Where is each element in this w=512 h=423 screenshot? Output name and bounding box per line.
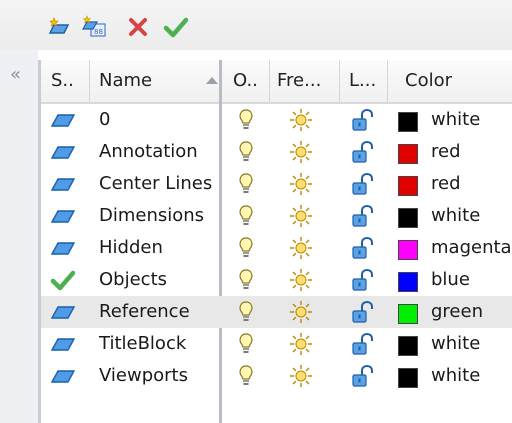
sun-icon[interactable] <box>287 200 315 232</box>
column-header-color[interactable]: Color <box>405 60 452 102</box>
unlock-icon[interactable] <box>347 360 379 392</box>
lightbulb-icon[interactable] <box>234 104 258 136</box>
column-header-on[interactable]: O.. <box>233 60 258 102</box>
lightbulb-icon[interactable] <box>234 200 258 232</box>
column-divider[interactable] <box>89 60 90 102</box>
layer-row[interactable]: Hidden magenta <box>41 232 512 264</box>
color-name[interactable]: green <box>431 296 483 328</box>
delete-layer-icon <box>129 18 147 36</box>
color-swatch[interactable] <box>398 176 418 196</box>
layer-status-icon[interactable] <box>45 296 81 328</box>
sun-icon[interactable] <box>287 264 315 296</box>
column-header-status[interactable]: S.. <box>51 60 74 102</box>
sun-icon[interactable] <box>287 296 315 328</box>
grid-header: S.. Name O.. Fre... L... Color <box>41 60 512 104</box>
unlock-icon[interactable] <box>347 264 379 296</box>
unlock-icon[interactable] <box>347 232 379 264</box>
color-swatch[interactable] <box>398 336 418 356</box>
column-divider[interactable] <box>339 60 340 102</box>
unlock-icon[interactable] <box>347 136 379 168</box>
new-layer-vp-frozen-icon: 88 <box>81 15 106 37</box>
layer-name[interactable]: Viewports <box>99 360 188 392</box>
color-swatch[interactable] <box>398 144 418 164</box>
layer-name[interactable]: Center Lines <box>99 168 212 200</box>
lightbulb-icon[interactable] <box>234 264 258 296</box>
sort-ascending-icon <box>206 77 218 84</box>
color-name[interactable]: blue <box>431 264 470 296</box>
layer-row[interactable]: Annotation red <box>41 136 512 168</box>
lightbulb-icon[interactable] <box>234 296 258 328</box>
layer-row[interactable]: Viewports white <box>41 360 512 392</box>
layer-status-icon[interactable] <box>45 360 81 392</box>
layer-row[interactable]: Center Lines red <box>41 168 512 200</box>
color-name[interactable]: white <box>431 328 480 360</box>
collapse-panel-icon[interactable]: « <box>10 64 21 85</box>
layer-status-icon[interactable] <box>45 168 81 200</box>
layer-name[interactable]: 0 <box>99 104 110 136</box>
set-current-icon <box>163 17 189 38</box>
current-layer-check-icon[interactable] <box>45 264 81 296</box>
sun-icon[interactable] <box>287 104 315 136</box>
layer-row[interactable]: Objects blue <box>41 264 512 296</box>
lightbulb-icon[interactable] <box>234 136 258 168</box>
layer-status-icon[interactable] <box>45 232 81 264</box>
column-header-lock[interactable]: L... <box>349 60 376 102</box>
unlock-icon[interactable] <box>347 104 379 136</box>
column-header-name[interactable]: Name <box>99 60 152 102</box>
side-strip: « <box>0 50 38 423</box>
set-current-button[interactable] <box>162 13 190 41</box>
sun-icon[interactable] <box>287 168 315 200</box>
layer-status-icon[interactable] <box>45 104 81 136</box>
color-name[interactable]: white <box>431 200 480 232</box>
layer-row[interactable]: Reference green <box>41 296 512 328</box>
color-swatch[interactable] <box>398 368 418 388</box>
new-layer-icon <box>48 16 70 34</box>
layer-row[interactable]: Dimensions white <box>41 200 512 232</box>
color-name[interactable]: magenta <box>431 232 512 264</box>
lightbulb-icon[interactable] <box>234 232 258 264</box>
color-name[interactable]: white <box>431 104 480 136</box>
color-swatch[interactable] <box>398 112 418 132</box>
color-swatch[interactable] <box>398 208 418 228</box>
unlock-icon[interactable] <box>347 200 379 232</box>
layer-name[interactable]: Objects <box>99 264 167 296</box>
layer-row[interactable]: 0 white <box>41 104 512 136</box>
layer-name[interactable]: Hidden <box>99 232 163 264</box>
delete-layer-button[interactable] <box>124 13 152 41</box>
unlock-icon[interactable] <box>347 168 379 200</box>
sun-icon[interactable] <box>287 136 315 168</box>
layer-name[interactable]: Annotation <box>99 136 198 168</box>
layer-name[interactable]: Dimensions <box>99 200 204 232</box>
layer-name[interactable]: Reference <box>99 296 190 328</box>
color-swatch[interactable] <box>398 304 418 324</box>
column-header-freeze[interactable]: Fre... <box>277 60 321 102</box>
layer-status-icon[interactable] <box>45 200 81 232</box>
color-name[interactable]: red <box>431 136 461 168</box>
sun-icon[interactable] <box>287 360 315 392</box>
column-divider[interactable] <box>269 60 270 102</box>
lightbulb-icon[interactable] <box>234 328 258 360</box>
layer-grid: S.. Name O.. Fre... L... Color 0 white Ann… <box>38 60 512 423</box>
new-layer-vp-frozen-button[interactable]: 88 <box>80 13 108 41</box>
layer-toolbar: 88 <box>0 0 512 50</box>
layer-name[interactable]: TitleBlock <box>99 328 186 360</box>
new-layer-button[interactable] <box>44 13 72 41</box>
color-swatch[interactable] <box>398 272 418 292</box>
sun-icon[interactable] <box>287 328 315 360</box>
layer-row[interactable]: TitleBlock white <box>41 328 512 360</box>
color-name[interactable]: white <box>431 360 480 392</box>
unlock-icon[interactable] <box>347 328 379 360</box>
layer-status-icon[interactable] <box>45 136 81 168</box>
svg-text:88: 88 <box>94 28 103 36</box>
color-swatch[interactable] <box>398 240 418 260</box>
layer-status-icon[interactable] <box>45 328 81 360</box>
column-divider[interactable] <box>387 60 388 102</box>
unlock-icon[interactable] <box>347 296 379 328</box>
color-name[interactable]: red <box>431 168 461 200</box>
lightbulb-icon[interactable] <box>234 168 258 200</box>
lightbulb-icon[interactable] <box>234 360 258 392</box>
sun-icon[interactable] <box>287 232 315 264</box>
